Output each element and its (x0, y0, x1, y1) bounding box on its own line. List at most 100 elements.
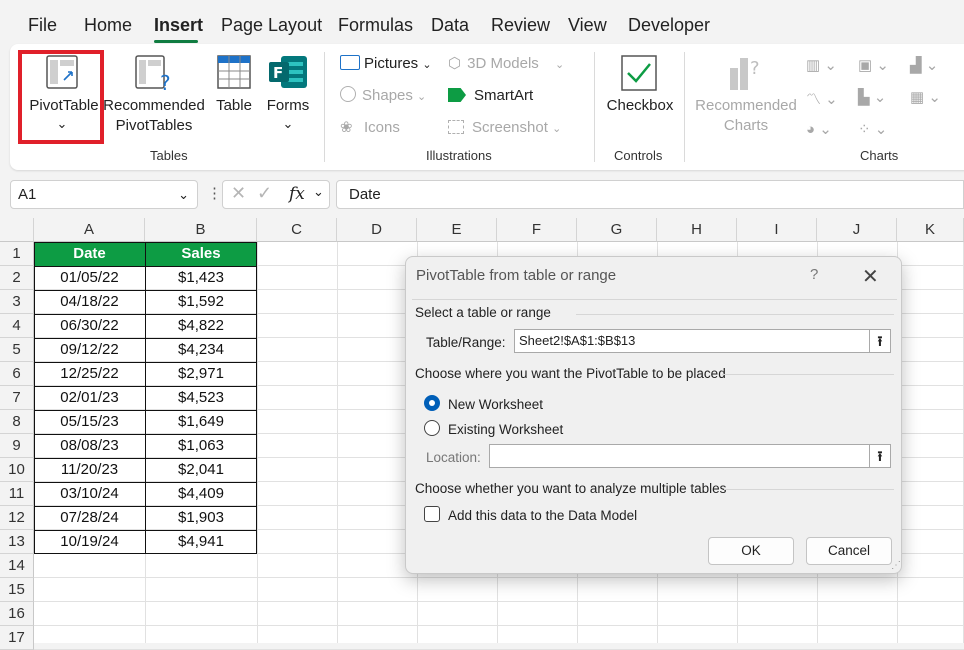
column-header[interactable]: B (145, 218, 257, 242)
icons-button[interactable]: ❀ Icons (340, 118, 400, 138)
table-row-divider (34, 506, 257, 507)
cube-icon: ⬡ (448, 55, 462, 72)
row-header[interactable]: 4 (0, 314, 34, 338)
menu-page-layout[interactable]: Page Layout (221, 15, 322, 36)
resize-grip-icon[interactable]: ⋰ (891, 560, 901, 571)
combo-chart-icon[interactable]: ▦ ⌄ (910, 88, 941, 106)
hierarchy-chart-icon[interactable]: ▣ ⌄ (858, 56, 889, 74)
name-box[interactable]: A1 ⌄ (10, 180, 198, 209)
smartart-button[interactable]: SmartArt (448, 86, 533, 106)
cancel-entry-icon[interactable]: ✕ (231, 183, 246, 204)
menu-view[interactable]: View (568, 15, 607, 36)
table-row-divider (34, 530, 257, 531)
menu-bar: File Home Insert Page Layout Formulas Da… (0, 0, 964, 44)
screenshot-icon (448, 120, 464, 134)
help-icon[interactable]: ? (810, 266, 818, 283)
screenshot-button[interactable]: Screenshot ⌄ (448, 118, 561, 139)
select-all-corner[interactable] (0, 218, 34, 242)
data-model-checkbox[interactable] (424, 506, 440, 522)
new-worksheet-label[interactable]: New Worksheet (448, 397, 543, 412)
column-header[interactable]: G (577, 218, 657, 242)
recommended-charts-button[interactable]: ? Recommended Charts (692, 50, 800, 140)
column-chart-icon[interactable]: ▥ ⌄ (806, 56, 837, 74)
column-header[interactable]: C (257, 218, 337, 242)
column-header[interactable]: A (34, 218, 145, 242)
menu-data[interactable]: Data (431, 15, 469, 36)
menu-home[interactable]: Home (84, 15, 132, 36)
existing-worksheet-radio[interactable] (424, 420, 440, 436)
pivottable-highlight-box (18, 50, 104, 144)
row-header[interactable]: 6 (0, 362, 34, 386)
row-header[interactable]: 12 (0, 506, 34, 530)
scatter-chart-icon[interactable]: ⁘ ⌄ (858, 120, 887, 138)
column-header[interactable]: H (657, 218, 737, 242)
menu-insert[interactable]: Insert (154, 15, 203, 36)
chevron-down-icon[interactable]: ⌄ (178, 181, 189, 208)
checkbox-button[interactable]: Checkbox (604, 50, 676, 140)
recommended-charts-icon: ? (730, 58, 760, 90)
table-row-divider (34, 362, 257, 363)
row-header[interactable]: 2 (0, 266, 34, 290)
location-input[interactable] (489, 444, 870, 468)
row-header[interactable]: 13 (0, 530, 34, 554)
menu-developer[interactable]: Developer (628, 15, 710, 36)
column-header[interactable]: K (897, 218, 964, 242)
row-header[interactable]: 16 (0, 602, 34, 626)
insert-function-icon[interactable]: fx (289, 184, 305, 204)
row-header[interactable]: 1 (0, 242, 34, 266)
pie-chart-icon[interactable]: ◕ ⌄ (806, 120, 832, 138)
chevron-down-icon[interactable]: ⌄ (313, 184, 324, 200)
row-header[interactable]: 5 (0, 338, 34, 362)
table-button[interactable]: Table (210, 50, 258, 140)
recommended-pivottables-button[interactable]: ? Recommended PivotTables (102, 50, 206, 140)
confirm-entry-icon[interactable]: ✓ (257, 183, 272, 204)
divider (576, 314, 894, 315)
statistic-chart-icon[interactable]: ▙ ⌄ (858, 88, 886, 106)
forms-dropdown-icon[interactable]: ⌄ (278, 114, 298, 134)
menu-review[interactable]: Review (491, 15, 550, 36)
more-options-icon[interactable]: ⋮ (207, 184, 222, 202)
row-header[interactable]: 17 (0, 626, 34, 650)
existing-worksheet-label[interactable]: Existing Worksheet (448, 422, 563, 437)
chevron-down-icon: ⌄ (552, 123, 562, 135)
row-header[interactable]: 10 (0, 458, 34, 482)
pictures-button[interactable]: Pictures ⌄ (340, 54, 432, 75)
close-icon[interactable]: ✕ (862, 264, 879, 289)
table-icon (217, 55, 251, 89)
row-header[interactable]: 7 (0, 386, 34, 410)
3d-models-button[interactable]: ⬡ 3D Models ⌄ (448, 54, 564, 75)
menu-formulas[interactable]: Formulas (338, 15, 413, 36)
column-header[interactable]: D (337, 218, 417, 242)
svg-text:F: F (273, 64, 283, 82)
divider (724, 489, 894, 490)
location-picker-icon[interactable]: ⭱ (869, 444, 891, 468)
row-header[interactable]: 3 (0, 290, 34, 314)
row-header[interactable]: 9 (0, 434, 34, 458)
recommended-pivottables-label-2: PivotTables (115, 117, 193, 134)
line-chart-icon[interactable]: 〽 ⌄ (806, 88, 838, 109)
cancel-button[interactable]: Cancel (806, 537, 892, 565)
shapes-button[interactable]: Shapes ⌄ (340, 86, 426, 107)
column-header[interactable]: F (497, 218, 577, 242)
waterfall-chart-icon[interactable]: ▟ ⌄ (910, 56, 938, 74)
new-worksheet-radio[interactable] (424, 395, 440, 411)
formula-controls: ✕ ✓ fx ⌄ (222, 180, 330, 209)
table-range-input[interactable]: Sheet2!$A$1:$B$13 (514, 329, 870, 353)
row-header[interactable]: 8 (0, 410, 34, 434)
range-picker-icon[interactable]: ⭱ (869, 329, 891, 353)
menu-file[interactable]: File (28, 15, 57, 36)
ribbon: PivotTable ⌄ ? Recommended PivotTables T… (10, 44, 964, 170)
name-box-value: A1 (18, 186, 37, 203)
formula-input[interactable]: Date (336, 180, 964, 209)
row-header[interactable]: 11 (0, 482, 34, 506)
column-header[interactable]: J (817, 218, 897, 242)
table-row-divider (34, 266, 257, 267)
column-header[interactable]: I (737, 218, 817, 242)
row-header[interactable]: 14 (0, 554, 34, 578)
recommended-pivottables-icon: ? (135, 55, 171, 92)
data-model-label[interactable]: Add this data to the Data Model (448, 508, 637, 523)
ok-button[interactable]: OK (708, 537, 794, 565)
column-header[interactable]: E (417, 218, 497, 242)
forms-button[interactable]: F Forms ⌄ (262, 50, 314, 140)
row-header[interactable]: 15 (0, 578, 34, 602)
